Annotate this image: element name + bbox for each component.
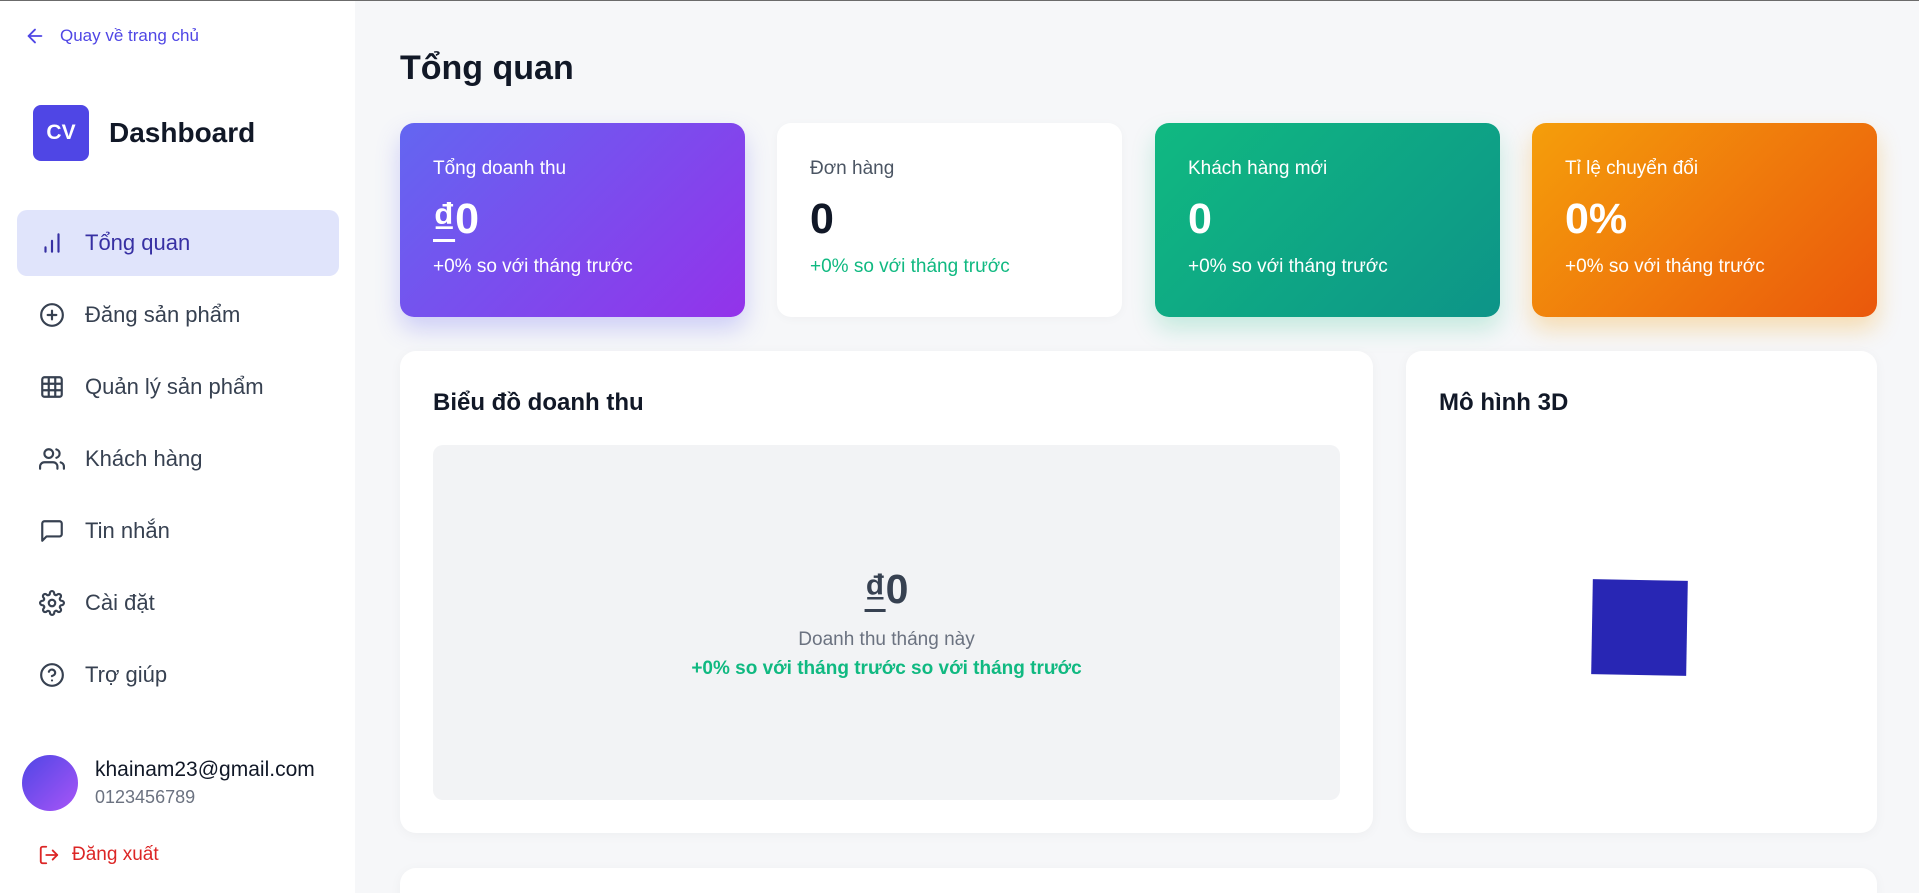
users-icon [39,448,65,470]
user-phone: 0123456789 [95,787,196,807]
currency-symbol: ₫ [864,566,886,612]
stat-label: Khách hàng mới [1188,158,1328,179]
arrow-left-icon [27,28,43,44]
logout-icon [39,845,59,865]
revenue-chart-number: 0 [885,566,909,612]
model-3d-card: Mô hình 3D [1406,351,1877,833]
revenue-chart-value: ₫0 [433,565,1340,613]
help-circle-icon [40,663,64,687]
stat-value: 0 [810,195,834,243]
stat-label: Đơn hàng [810,158,895,179]
gear-icon [39,590,65,616]
stat-card-total-revenue: Tổng doanh thu ₫0 +0% so với tháng trước [400,123,745,317]
sidebar-item-customers[interactable]: Khách hàng [17,426,339,492]
bottom-card [400,868,1877,893]
stat-value: 0% [1565,195,1628,243]
stat-card-new-customers: Khách hàng mới 0 +0% so với tháng trước [1155,123,1500,317]
sidebar: Quay về trang chủ CV Dashboard Tổng quan… [0,1,355,893]
model-3d-title: Mô hình 3D [1439,389,1569,416]
sidebar-item-manage-products[interactable]: Quản lý sản phẩm [17,354,339,420]
stat-label: Tổng doanh thu [433,158,567,179]
bar-chart-icon [44,233,60,253]
logout-button[interactable]: Đăng xuất [38,844,159,866]
stat-value: ₫0 [433,194,712,244]
brand-logo: CV [33,105,89,161]
stat-number: 0 [455,195,479,243]
sidebar-item-messages[interactable]: Tin nhắn [17,498,339,564]
sidebar-item-label: Đăng sản phẩm [85,302,241,327]
currency-symbol: ₫ [433,195,456,243]
page-title: Tổng quan [400,49,574,87]
sidebar-item-label: Tổng quan [85,230,191,255]
logout-label: Đăng xuất [72,844,159,865]
plus-circle-icon [40,303,64,327]
message-icon [41,520,63,542]
stat-delta: +0% so với tháng trước [1188,256,1388,277]
back-link-label: Quay về trang chủ [60,26,199,45]
stat-delta: +0% so với tháng trước [810,256,1010,277]
sidebar-item-overview[interactable]: Tổng quan [17,210,339,276]
brand-name: Dashboard [109,117,256,148]
sidebar-item-label: Quản lý sản phẩm [85,374,264,399]
revenue-chart-area: ₫0 Doanh thu tháng này +0% so với tháng … [433,445,1340,800]
grid-icon [41,376,63,398]
user-email: khainam23@gmail.com [95,758,315,781]
sidebar-item-label: Trợ giúp [85,662,168,687]
stat-delta: +0% so với tháng trước [433,256,633,277]
stat-label: Tỉ lệ chuyển đổi [1565,158,1699,179]
stat-card-conversion-rate: Tỉ lệ chuyển đổi 0% +0% so với tháng trư… [1532,123,1877,317]
stat-value: 0 [1188,195,1212,243]
sidebar-item-add-product[interactable]: Đăng sản phẩm [17,282,339,348]
revenue-chart-title: Biểu đồ doanh thu [433,389,644,416]
stat-card-orders: Đơn hàng 0 +0% so với tháng trước [777,123,1122,317]
revenue-chart-card: Biểu đồ doanh thu ₫0 Doanh thu tháng này… [400,351,1373,833]
avatar [22,755,78,811]
sidebar-item-label: Khách hàng [85,446,203,471]
brand: CV Dashboard [33,105,255,161]
stat-delta: +0% so với tháng trước [1565,256,1765,277]
revenue-chart-subtitle: Doanh thu tháng này [798,629,975,650]
user-profile[interactable]: khainam23@gmail.com 0123456789 [22,755,315,811]
back-to-home-link[interactable]: Quay về trang chủ [24,25,199,47]
revenue-chart-delta: +0% so với tháng trước so với tháng trướ… [691,658,1082,679]
model-3d-cube[interactable] [1591,579,1688,676]
sidebar-item-settings[interactable]: Cài đặt [17,570,339,636]
sidebar-item-label: Tin nhắn [85,518,170,543]
sidebar-item-help[interactable]: Trợ giúp [17,642,339,708]
sidebar-nav: Tổng quan Đăng sản phẩm Quản lý sản phẩm… [17,210,339,714]
sidebar-item-label: Cài đặt [85,590,155,615]
